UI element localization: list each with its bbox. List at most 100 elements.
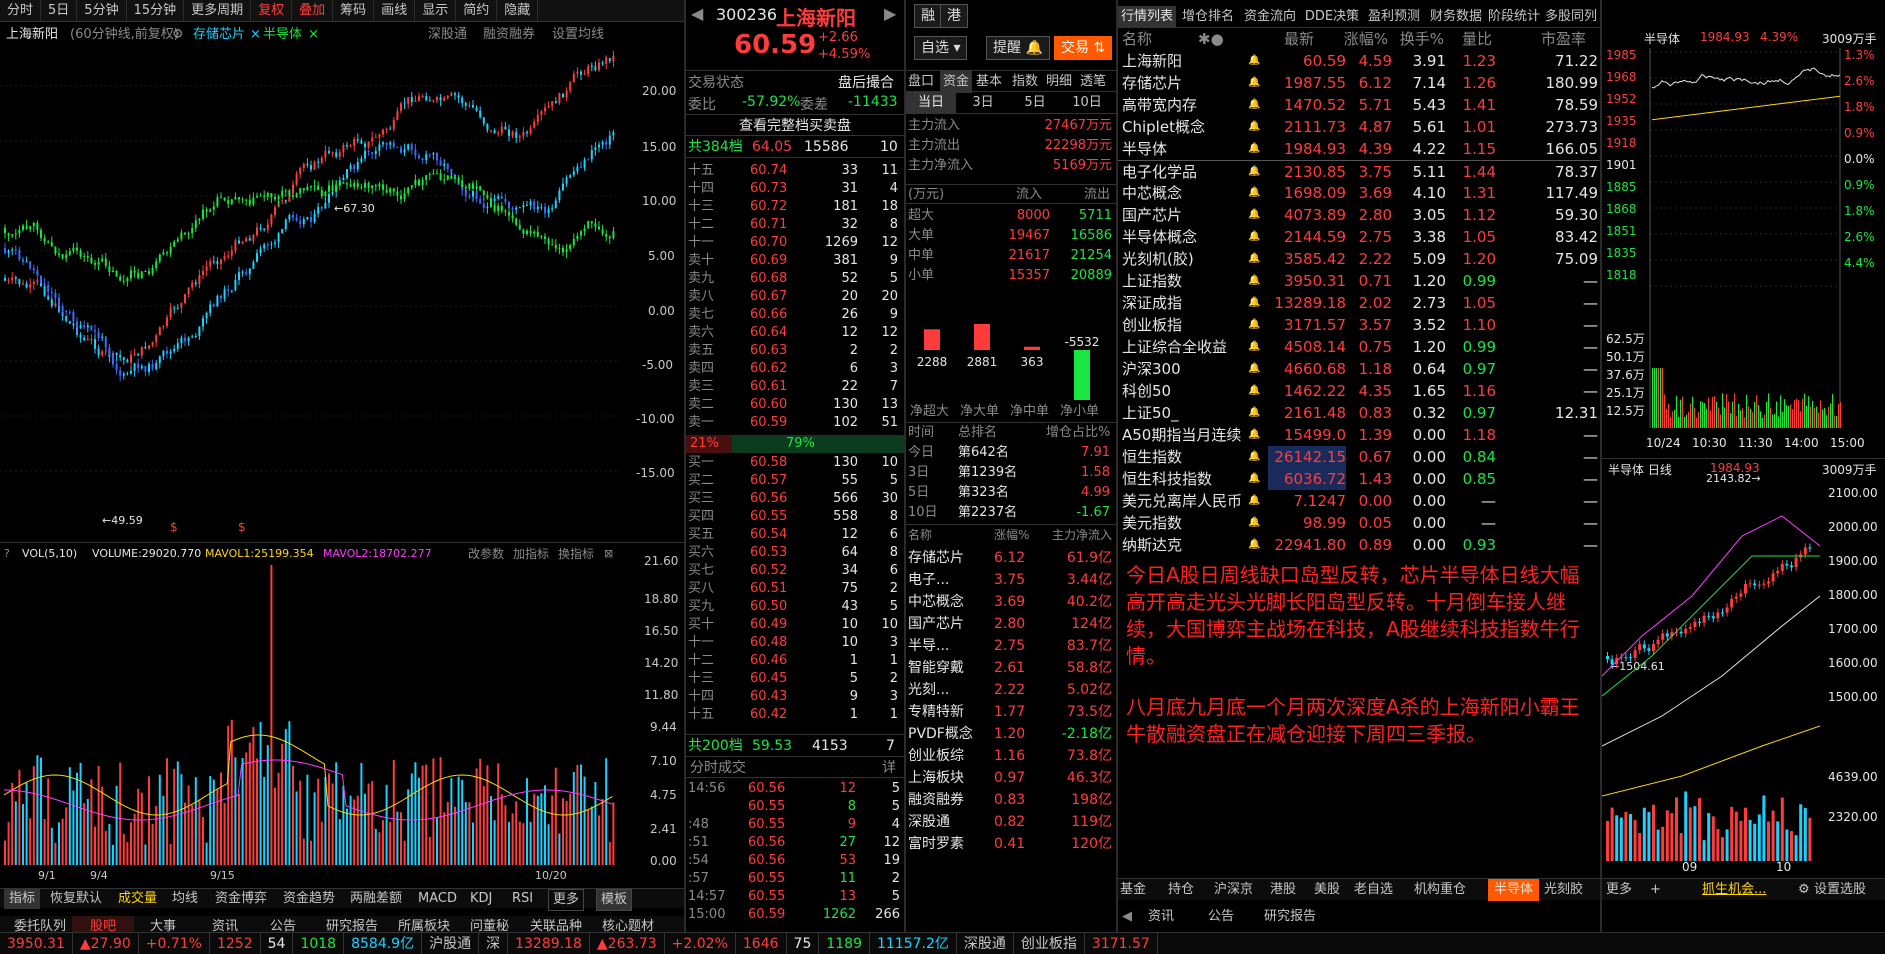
tab-5min[interactable]: 5分钟 <box>77 0 127 22</box>
market-row[interactable]: 美元指数 🔔 98.99 0.05 0.00 — — <box>1118 512 1600 534</box>
tab-hs[interactable]: 沪深京 <box>1214 879 1253 901</box>
tab-template[interactable]: 模板 <box>596 889 633 911</box>
order-book-row[interactable]: 买八 60.51 75 2 <box>686 580 904 598</box>
tab-quote-list[interactable]: 行情列表 <box>1118 6 1176 28</box>
tab-fund-flow[interactable]: 资金流向 <box>1240 6 1300 28</box>
market-row[interactable]: 科创50 🔔 1462.22 4.35 1.65 1.16 — <box>1118 380 1600 402</box>
market-row[interactable]: 半导体概念 🔔 2144.59 2.75 3.38 1.05 83.42 <box>1118 226 1600 248</box>
order-book-row[interactable]: 卖八 60.67 20 20 <box>686 288 904 306</box>
order-book-row[interactable]: 买九 60.50 43 5 <box>686 598 904 616</box>
link-hugutong[interactable]: 沪股通 <box>422 933 480 954</box>
star-icon[interactable]: ✱● <box>1198 28 1224 50</box>
market-row[interactable]: 纳斯达克 🔔 22941.80 0.89 0.00 0.93 — <box>1118 534 1600 556</box>
overlay-storage-chip[interactable]: 存储芯片 <box>193 24 245 46</box>
order-book-row[interactable]: 卖十 60.69 381 9 <box>686 252 904 270</box>
tab-10day[interactable]: 10日 <box>1062 92 1112 114</box>
tab-board-more[interactable]: 更多 <box>1606 879 1632 901</box>
sector-row[interactable]: 电子... 3.75 3.44亿 <box>906 569 1116 591</box>
tab-chip[interactable]: 筹码 <box>333 0 375 22</box>
order-book-row[interactable]: 买六 60.53 64 8 <box>686 544 904 562</box>
tab-today[interactable]: 当日 <box>906 92 956 114</box>
col-change[interactable]: 涨幅% <box>1340 28 1388 50</box>
tab-position-rank[interactable]: 增仓排名 <box>1178 6 1238 28</box>
order-book-row[interactable]: 十四 60.73 31 4 <box>686 180 904 198</box>
next-stock-icon[interactable]: ▶ <box>884 4 896 23</box>
order-book-row[interactable]: 买三 60.56 566 30 <box>686 490 904 508</box>
link-edit-params[interactable]: 改参数 <box>468 543 504 565</box>
market-row[interactable]: 半导体 🔔 1984.93 4.39 4.22 1.15 166.05 <box>1118 138 1600 160</box>
market-row[interactable]: 创业板指 🔔 3171.57 3.57 3.52 1.10 — <box>1118 314 1600 336</box>
watchlist-button[interactable]: 自选 ▾ <box>914 36 968 60</box>
tab-photoresist[interactable]: 光刻胶 <box>1544 879 1583 901</box>
tab-margin-diff[interactable]: 两融差额 <box>350 889 402 909</box>
tab-tick-by-tick[interactable]: 透笔 <box>1080 71 1106 93</box>
tab-draw[interactable]: 画线 <box>374 0 416 22</box>
order-book-row[interactable]: 买十 60.49 10 10 <box>686 616 904 634</box>
sector-row[interactable]: 上海板块 0.97 46.3亿 <box>906 767 1116 789</box>
sector-row[interactable]: 创业板综 1.16 73.8亿 <box>906 745 1116 767</box>
market-row[interactable]: 深证成指 🔔 13289.18 2.02 2.73 1.05 — <box>1118 292 1600 314</box>
tab-3day[interactable]: 3日 <box>958 92 1008 114</box>
tab-profit-forecast[interactable]: 盈利预测 <box>1364 6 1424 28</box>
tab-us[interactable]: 美股 <box>1314 879 1340 901</box>
tab-display[interactable]: 显示 <box>415 0 457 22</box>
trade-button[interactable]: 交易 ⇅ <box>1054 36 1113 60</box>
market-row[interactable]: 国产芯片 🔔 4073.89 2.80 3.05 1.12 59.30 <box>1118 204 1600 226</box>
sector-row[interactable]: 深股通 0.82 119亿 <box>906 811 1116 833</box>
kline-chart[interactable] <box>0 48 620 543</box>
market-row[interactable]: 沪深300 🔔 4660.68 1.18 0.64 0.97 — <box>1118 358 1600 380</box>
market-row[interactable]: 上证50_ 🔔 2161.48 0.83 0.32 0.97 12.31 <box>1118 402 1600 424</box>
market-row[interactable]: 美元兑离岸人民币 🔔 7.1247 0.00 0.00 — — <box>1118 490 1600 512</box>
tab-board-research[interactable]: 研究报告 <box>1264 906 1316 928</box>
tab-index[interactable]: 指数 <box>1012 71 1038 93</box>
tab-hide[interactable]: 隐藏 <box>497 0 539 22</box>
order-book-row[interactable]: 卖二 60.60 130 13 <box>686 396 904 414</box>
order-book-row[interactable]: 十二 60.46 1 1 <box>686 652 904 670</box>
link-add-indicator[interactable]: 加指标 <box>513 543 549 565</box>
tab-old-watchlist[interactable]: 老自选 <box>1354 879 1393 901</box>
ticks-detail-button[interactable]: 详 <box>882 757 896 779</box>
sector-row[interactable]: 存储芯片 6.12 61.9亿 <box>906 547 1116 569</box>
sector-row[interactable]: 融资融券 0.83 198亿 <box>906 789 1116 811</box>
tab-semiconductor-board[interactable]: 半导体 <box>1488 879 1540 901</box>
order-book-row[interactable]: 买一 60.58 130 10 <box>686 454 904 472</box>
tab-macd[interactable]: MACD <box>418 889 457 909</box>
order-book-row[interactable]: 十四 60.43 9 3 <box>686 688 904 706</box>
hk-button[interactable]: 港 <box>940 4 968 28</box>
margin-button[interactable]: 融 <box>914 4 942 28</box>
sector-row[interactable]: 光刻... 2.22 5.02亿 <box>906 679 1116 701</box>
question-icon[interactable]: ? <box>4 543 10 565</box>
full-depth-button[interactable]: 查看完整档买卖盘 <box>686 114 904 136</box>
market-row[interactable]: 电子化学品 🔔 2130.85 3.75 5.11 1.44 78.37 <box>1118 160 1600 182</box>
order-book-row[interactable]: 卖三 60.61 22 7 <box>686 378 904 396</box>
gear-icon[interactable]: ⚙ <box>1798 879 1810 901</box>
order-book-row[interactable]: 卖六 60.64 12 12 <box>686 324 904 342</box>
order-book-row[interactable]: 十三 60.72 181 18 <box>686 198 904 216</box>
order-book-row[interactable]: 卖一 60.59 102 51 <box>686 414 904 432</box>
overlay-semiconductor[interactable]: 半导体 <box>263 24 302 46</box>
close-icon[interactable]: × <box>308 24 319 46</box>
tab-fund[interactable]: 资金 <box>940 71 973 93</box>
link-margin[interactable]: 融资融券 <box>483 24 535 46</box>
sector-row[interactable]: 专精特新 1.77 73.5亿 <box>906 701 1116 723</box>
mini2-daily-chart[interactable] <box>1602 476 1820 876</box>
col-pe[interactable]: 市盈率 <box>1530 28 1586 50</box>
close-icon[interactable]: ⊠ <box>604 543 613 565</box>
market-row[interactable]: 恒生科技指数 🔔 6036.72 1.43 0.00 0.85 — <box>1118 468 1600 490</box>
close-icon[interactable]: × <box>250 24 261 46</box>
prev-icon[interactable]: ◀ <box>1122 906 1132 928</box>
order-book-row[interactable]: 十五 60.74 33 11 <box>686 162 904 180</box>
link-shenggutong-footer[interactable]: 深股通 <box>957 933 1014 954</box>
tab-dde[interactable]: DDE决策 <box>1302 6 1362 28</box>
market-row[interactable]: 上证综合全收益 🔔 4508.14 0.75 1.20 0.99 — <box>1118 336 1600 358</box>
order-book-row[interactable]: 十一 60.48 10 3 <box>686 634 904 652</box>
volume-chart[interactable] <box>0 565 620 865</box>
sector-row[interactable]: 半导... 2.75 83.7亿 <box>906 635 1116 657</box>
col-latest[interactable]: 最新 <box>1270 28 1314 50</box>
market-row[interactable]: 存储芯片 🔔 1987.55 6.12 7.14 1.26 180.99 <box>1118 72 1600 94</box>
order-book-row[interactable]: 买五 60.54 12 6 <box>686 526 904 544</box>
tab-fund-trend[interactable]: 资金趋势 <box>283 889 335 909</box>
tab-rsi[interactable]: RSI <box>512 889 533 909</box>
link-ma-settings[interactable]: 设置均线 <box>552 24 604 46</box>
market-row[interactable]: 中芯概念 🔔 1698.09 3.69 4.10 1.31 117.49 <box>1118 182 1600 204</box>
